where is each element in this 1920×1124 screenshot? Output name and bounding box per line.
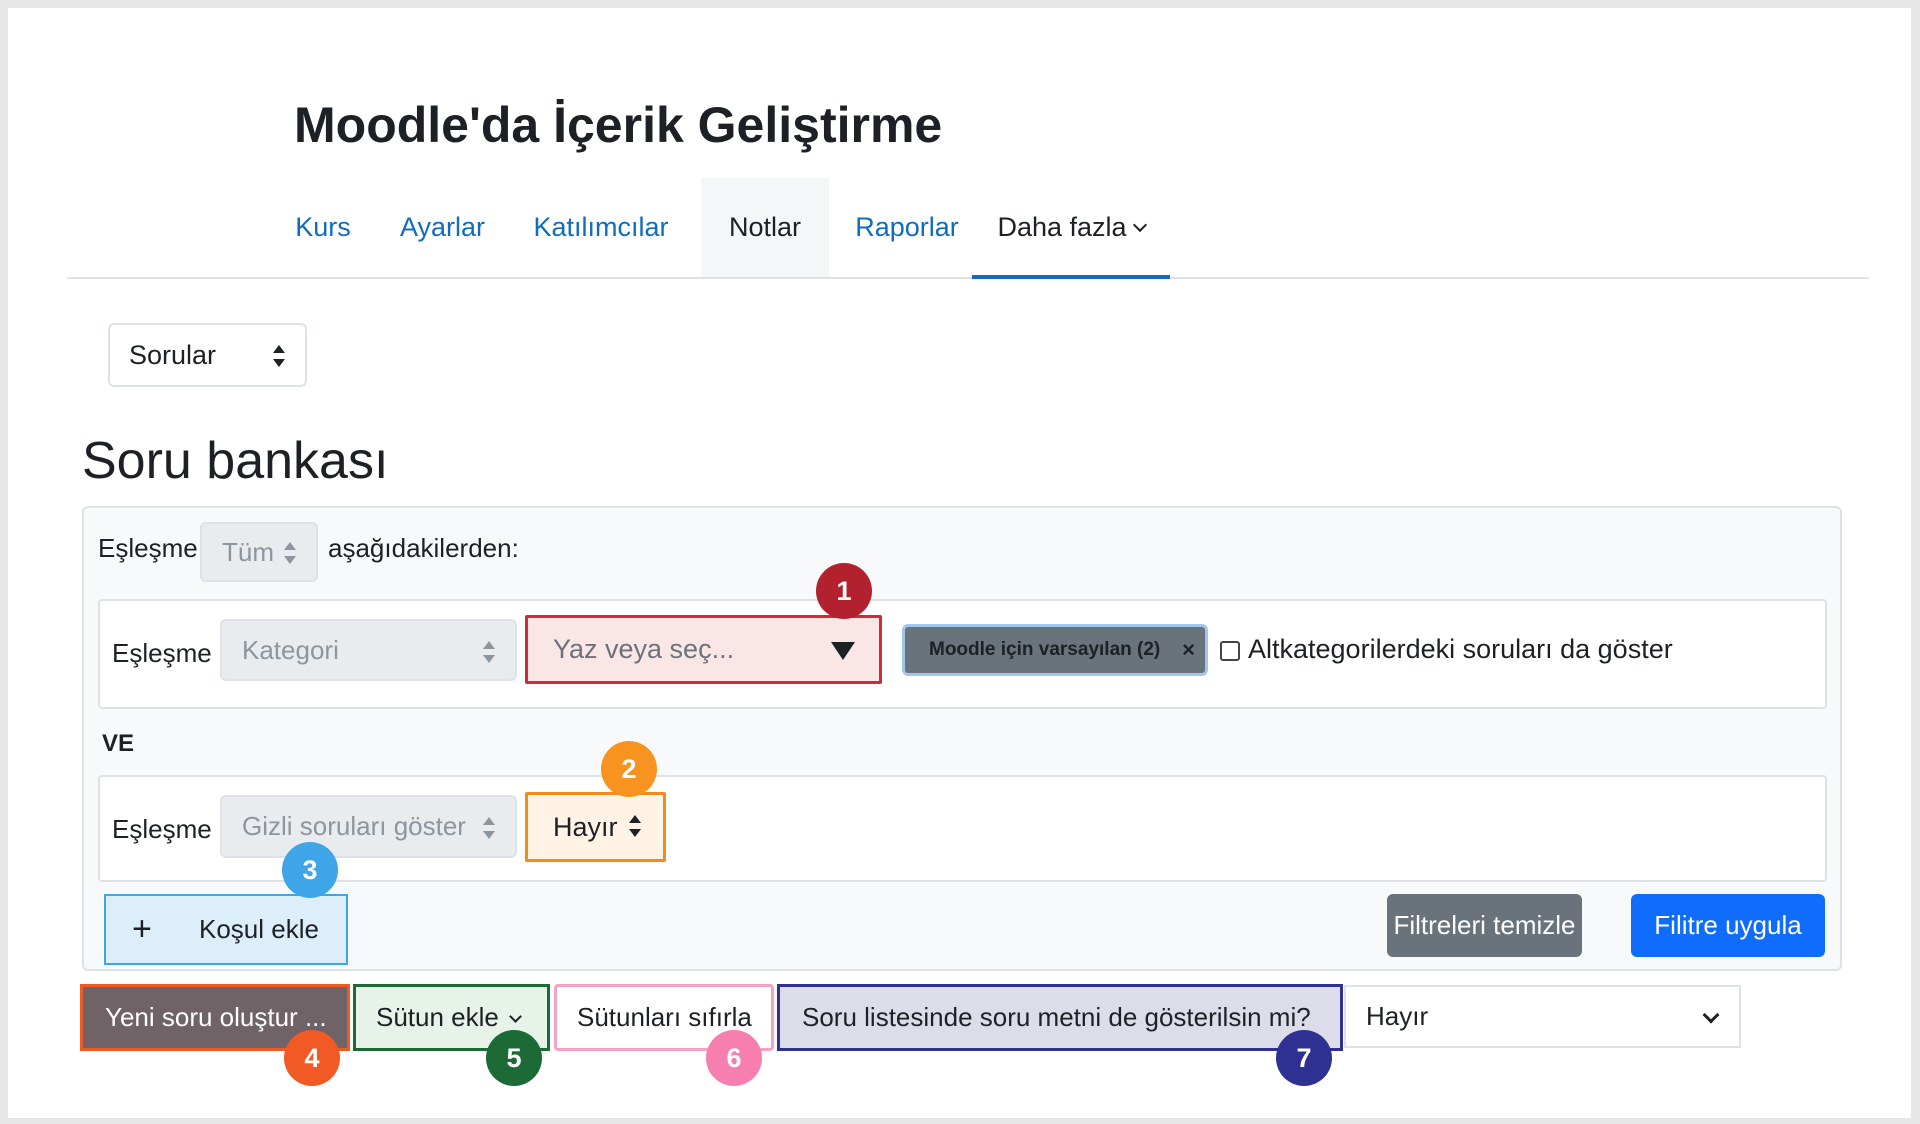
page-type-select[interactable]: Sorular — [108, 323, 307, 387]
category-tag: Moodle için varsayılan (2) × — [902, 624, 1208, 676]
row2-type-select[interactable]: Gizli soruları göster — [220, 795, 517, 858]
category-search-placeholder: Yaz veya seç... — [553, 634, 735, 664]
callout-badge-5: 5 — [486, 1030, 542, 1086]
plus-icon: + — [132, 910, 152, 948]
match-type-select[interactable]: Tüm — [200, 522, 318, 582]
sort-arrows-icon — [284, 542, 296, 564]
match-type-value: Tüm — [222, 537, 274, 567]
screenshot-frame: Moodle'da İçerik Geliştirme Kurs Ayarlar… — [8, 8, 1911, 1118]
tab-notlar[interactable]: Notlar — [701, 178, 829, 277]
row1-type-value: Kategori — [242, 635, 339, 665]
row2-match-label: Eşleşme — [112, 814, 212, 844]
callout-badge-1: 1 — [816, 563, 872, 619]
category-search-input[interactable]: Yaz veya seç... — [525, 615, 882, 684]
page-type-value: Sorular — [129, 340, 217, 370]
page-title: Soru bankası — [82, 432, 389, 490]
tab-ayarlar[interactable]: Ayarlar — [390, 178, 495, 277]
add-condition-label: Koşul ekle — [199, 914, 319, 944]
category-tag-label: Moodle için varsayılan (2) — [929, 639, 1161, 660]
match-suffix-label: aşağıdakilerden: — [328, 533, 519, 563]
course-nav: Kurs Ayarlar Katılımcılar Notlar Raporla… — [67, 178, 1869, 279]
tab-daha-fazla-label: Daha fazla — [997, 212, 1127, 242]
tab-katilimcilar[interactable]: Katılımcılar — [523, 178, 679, 277]
sort-arrows-icon — [629, 815, 641, 837]
callout-badge-4: 4 — [284, 1030, 340, 1086]
chevron-down-icon — [509, 1010, 522, 1023]
tab-kurs[interactable]: Kurs — [284, 178, 362, 277]
chevron-down-icon — [1132, 217, 1147, 233]
subcategory-checkbox[interactable] — [1220, 641, 1240, 661]
row1-match-label: Eşleşme — [112, 638, 212, 668]
subcategory-checkbox-label: Altkategorilerdeki soruları da göster — [1248, 634, 1673, 664]
match-label: Eşleşme — [98, 533, 198, 563]
add-column-label: Sütun ekle — [376, 1002, 499, 1032]
tab-daha-fazla[interactable]: Daha fazla — [972, 178, 1170, 279]
add-condition-button[interactable]: + Koşul ekle — [104, 894, 348, 965]
course-title: Moodle'da İçerik Geliştirme — [294, 97, 943, 153]
row1-type-select[interactable]: Kategori — [220, 619, 517, 681]
show-question-text-select[interactable]: Hayır — [1344, 985, 1741, 1048]
callout-badge-6: 6 — [706, 1030, 762, 1086]
callout-badge-3: 3 — [282, 842, 338, 898]
sort-arrows-icon — [273, 345, 285, 367]
show-question-text-value: Hayır — [1366, 1001, 1429, 1031]
callout-badge-2: 2 — [601, 741, 657, 797]
chevron-down-icon — [1702, 1006, 1720, 1024]
clear-filters-button[interactable]: Filtreleri temizle — [1387, 894, 1582, 957]
sort-arrows-icon — [483, 641, 495, 663]
close-icon[interactable]: × — [1182, 627, 1195, 673]
row2-type-value: Gizli soruları göster — [242, 811, 466, 841]
hidden-questions-value: Hayır — [553, 812, 618, 842]
tab-raporlar[interactable]: Raporlar — [842, 178, 972, 277]
callout-badge-7: 7 — [1276, 1030, 1332, 1086]
apply-filter-button[interactable]: Filitre uygula — [1631, 894, 1825, 957]
and-joiner: VE — [102, 730, 135, 757]
hidden-questions-select[interactable]: Hayır — [525, 792, 666, 862]
show-question-text-label: Soru listesinde soru metni de gösterilsi… — [777, 984, 1343, 1051]
sort-arrows-icon — [483, 817, 495, 839]
caret-down-icon — [831, 642, 855, 660]
